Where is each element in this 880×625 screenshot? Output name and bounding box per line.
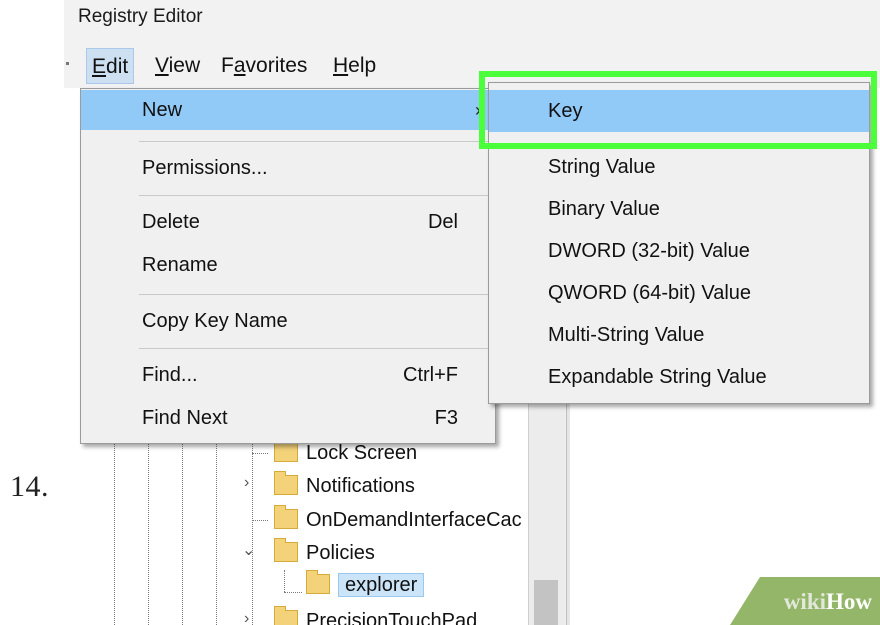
submenu-item-key[interactable]: Key <box>489 90 869 132</box>
menu-view-mnemonic: V <box>155 54 169 77</box>
menu-item-find-next[interactable]: Find Next F3 <box>81 398 495 438</box>
submenu-item-label: String Value <box>548 156 656 178</box>
folder-icon <box>274 537 298 562</box>
folder-icon <box>274 605 298 625</box>
tree-row-selected[interactable]: explorer <box>306 568 425 602</box>
submenu-item-label: Binary Value <box>548 198 660 220</box>
tree-row[interactable]: Policies <box>274 536 375 570</box>
menu-item-label: Delete <box>142 211 200 233</box>
menu-help-rest: elp <box>348 54 377 77</box>
chevron-down-icon[interactable]: ⌄ <box>242 540 255 560</box>
menu-edit-mnemonic: E <box>92 55 107 78</box>
menu-item-label: Find Next <box>142 407 228 429</box>
submenu-item-qword-value[interactable]: QWORD (64-bit) Value <box>489 272 869 314</box>
tree-row[interactable]: PrecisionTouchPad <box>274 604 477 625</box>
title-bar: Registry Editor <box>64 0 880 42</box>
tree-guide <box>182 430 183 625</box>
menu-item-copy-key-name[interactable]: Copy Key Name <box>81 301 495 341</box>
menu-favorites[interactable]: Favorites <box>216 48 312 84</box>
submenu-item-label: DWORD (32-bit) Value <box>548 240 750 262</box>
registry-editor-screenshot: Registry Editor Edit View Favorites Help… <box>64 0 880 625</box>
new-submenu: Key String Value Binary Value DWORD (32-… <box>488 82 870 404</box>
submenu-item-label: Expandable String Value <box>548 366 767 388</box>
watermark-logo: wikiHow <box>784 589 872 615</box>
tree-row-label: Lock Screen <box>306 442 418 464</box>
tree-row-label: Notifications <box>306 475 415 497</box>
tree-guide <box>216 430 217 625</box>
tree-row-label: OnDemandInterfaceCac <box>306 509 522 531</box>
menu-separator <box>139 348 491 349</box>
tree-row[interactable]: Notifications <box>274 469 415 503</box>
watermark-wiki: wiki <box>783 589 826 614</box>
menu-item-label: Permissions... <box>142 157 268 179</box>
menu-item-label: New <box>142 99 183 121</box>
tree-guide <box>252 453 268 454</box>
menu-item-delete[interactable]: Delete Del <box>81 202 495 242</box>
menu-item-rename[interactable]: Rename <box>81 245 495 285</box>
tree-row-label: PrecisionTouchPad <box>306 610 478 625</box>
submenu-item-expandable-string-value[interactable]: Expandable String Value <box>489 356 869 398</box>
tree-guide <box>284 570 285 592</box>
menu-item-permissions[interactable]: Permissions... <box>81 148 495 188</box>
menu-item-label: Find... <box>142 364 198 386</box>
menu-favorites-mnemonic: a <box>233 54 246 77</box>
menu-separator <box>139 195 491 196</box>
tree-guide <box>252 430 253 625</box>
menu-view-rest: iew <box>168 54 201 77</box>
tree-guide <box>284 592 302 593</box>
chevron-right-icon[interactable]: › <box>244 474 249 492</box>
submenu-item-label: Key <box>548 100 583 122</box>
menu-edit-rest: dit <box>106 55 129 78</box>
tree-row[interactable]: OnDemandInterfaceCac <box>274 503 522 537</box>
folder-icon <box>274 470 298 495</box>
menu-edit[interactable]: Edit <box>86 48 135 84</box>
tree-scrollbar-thumb[interactable] <box>534 580 558 625</box>
menu-separator <box>139 141 491 142</box>
step-number: 14. <box>10 470 49 503</box>
tree-row-label: explorer <box>338 573 425 597</box>
menu-help-mnemonic: H <box>333 54 349 77</box>
submenu-item-string-value[interactable]: String Value <box>489 146 869 188</box>
folder-icon <box>306 569 330 594</box>
tree-row-label: Policies <box>306 542 375 564</box>
menu-item-shortcut: Ctrl+F <box>403 364 458 386</box>
menu-item-find[interactable]: Find... Ctrl+F <box>81 355 495 395</box>
window-title: Registry Editor <box>78 6 203 27</box>
chevron-right-icon[interactable]: › <box>244 610 249 625</box>
folder-icon <box>274 437 298 462</box>
menu-favorites-rest: vorites <box>245 54 308 77</box>
tree-guide <box>114 430 115 625</box>
submenu-item-dword-value[interactable]: DWORD (32-bit) Value <box>489 230 869 272</box>
menu-item-shortcut: F3 <box>434 407 458 429</box>
menu-item-label: Copy Key Name <box>142 310 288 332</box>
menu-item-shortcut: Del <box>427 211 458 233</box>
menubar-grip <box>66 62 69 65</box>
submenu-item-binary-value[interactable]: Binary Value <box>489 188 869 230</box>
menu-item-label: Rename <box>142 254 218 276</box>
folder-icon <box>274 504 298 529</box>
submenu-item-multi-string-value[interactable]: Multi-String Value <box>489 314 869 356</box>
menu-view[interactable]: View <box>150 48 205 84</box>
edit-menu-dropdown: New › Permissions... Delete Del Rename C… <box>80 88 496 444</box>
submenu-item-label: Multi-String Value <box>548 324 705 346</box>
menu-separator <box>139 294 491 295</box>
menu-favorites-pre: F <box>221 54 234 77</box>
tree-guide <box>252 520 268 521</box>
tree-guide <box>148 430 149 625</box>
chevron-right-icon: › <box>475 100 481 120</box>
menu-help[interactable]: Help <box>328 48 381 84</box>
submenu-item-label: QWORD (64-bit) Value <box>548 282 752 304</box>
watermark-how: How <box>826 589 872 614</box>
menu-item-new[interactable]: New › <box>81 90 495 130</box>
